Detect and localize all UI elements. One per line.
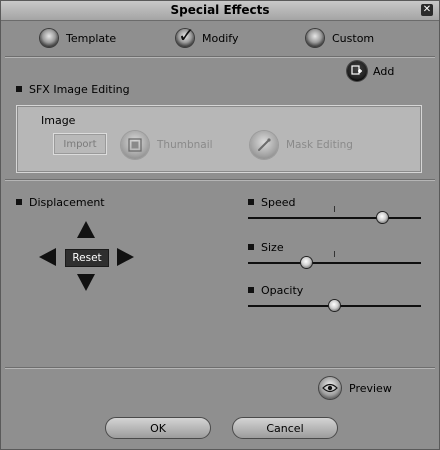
speed-bullet [248,199,254,205]
slider-track [248,217,421,219]
tab-custom-label: Custom [332,31,375,45]
eye-icon [319,377,341,399]
sfx-section-title-text: SFX Image Editing [29,83,130,96]
radio-modify[interactable] [176,23,195,47]
sfx-image-panel: Image Import Thumbnail Mask Editing [16,105,422,173]
opacity-label-text: Opacity [261,284,304,297]
divider-bottom [5,367,435,369]
radio-template[interactable] [40,29,58,47]
section-bullet [16,86,22,92]
displacement-title: Displacement [16,196,105,209]
size-slider-thumb[interactable] [300,257,312,268]
slider-center-tick [334,206,335,212]
divider-middle [5,179,435,181]
cancel-button[interactable]: Cancel [232,417,338,439]
slider-center-tick [334,251,335,257]
sfx-section-title: SFX Image Editing [16,83,130,96]
divider-top [5,56,435,58]
speed-label: Speed [248,196,295,209]
thumbnail-option[interactable]: Thumbnail [121,131,213,159]
move-down-arrow-icon[interactable] [77,274,95,291]
opacity-label: Opacity [248,284,303,297]
preview-label: Preview [349,381,392,395]
image-label: Image [41,114,76,127]
import-button[interactable]: Import [53,133,107,155]
size-label-text: Size [261,241,284,254]
ok-button[interactable]: OK [105,417,211,439]
add-label: Add [373,64,395,78]
add-layer-icon [347,61,367,81]
tab-modify[interactable]: Modify [176,23,239,47]
title-bar[interactable]: Special Effects ✕ [1,1,439,21]
tab-template-label: Template [66,31,117,45]
move-left-arrow-icon[interactable] [39,248,56,266]
preview-button[interactable]: Preview [319,377,392,399]
opacity-slider[interactable] [248,299,421,313]
mask-editing-option[interactable]: Mask Editing [250,131,353,159]
opacity-slider-thumb[interactable] [328,300,340,311]
speed-label-text: Speed [261,196,296,209]
speed-slider-thumb[interactable] [376,212,388,223]
tab-modify-label: Modify [202,31,239,45]
size-label: Size [248,241,284,254]
reset-button[interactable]: Reset [65,249,109,267]
close-icon[interactable]: ✕ [421,4,433,16]
add-button[interactable]: Add [347,61,394,81]
thumbnail-icon [121,131,149,159]
window-title: Special Effects [170,3,270,17]
special-effects-window: Special Effects ✕ Template Modify Custom… [0,0,440,450]
mode-tabs: Template Modify Custom [1,23,439,57]
speed-slider[interactable] [248,206,421,225]
size-bullet [248,244,254,250]
move-up-arrow-icon[interactable] [77,221,95,238]
displacement-bullet [16,199,22,205]
move-right-arrow-icon[interactable] [117,248,134,266]
thumbnail-label: Thumbnail [157,139,213,151]
size-slider[interactable] [248,251,421,270]
displacement-title-text: Displacement [29,196,105,209]
tab-custom[interactable]: Custom [306,29,374,47]
slider-track [248,262,421,264]
tab-template[interactable]: Template [40,29,116,47]
brush-icon [250,131,278,159]
radio-custom[interactable] [306,29,324,47]
opacity-bullet [248,287,254,293]
mask-editing-label: Mask Editing [286,139,353,151]
